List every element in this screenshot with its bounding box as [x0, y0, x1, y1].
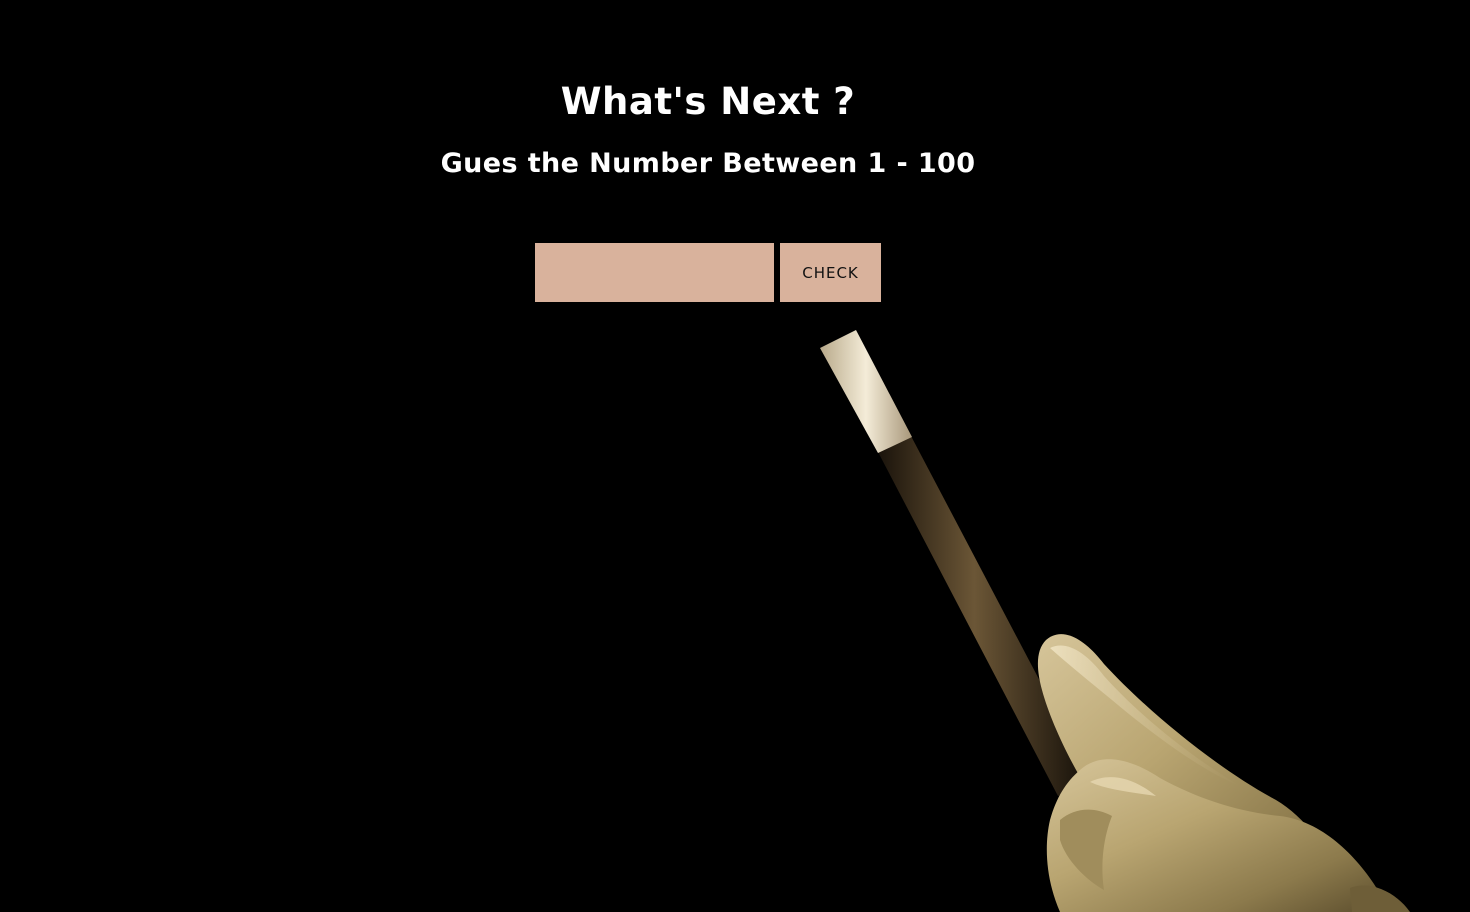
wand-shaft: [878, 436, 1092, 796]
page-title: What's Next ?: [560, 80, 856, 123]
wand-tip: [820, 330, 912, 453]
game-page: What's Next ? Gues the Number Between 1 …: [0, 0, 1470, 912]
instructions-subtitle: Gues the Number Between 1 - 100: [440, 148, 976, 179]
gloved-hand: [1037, 634, 1410, 912]
magic-wand-hand-illustration: [820, 330, 1410, 912]
guess-number-input[interactable]: [535, 243, 774, 302]
check-button[interactable]: CHECK: [780, 243, 881, 302]
